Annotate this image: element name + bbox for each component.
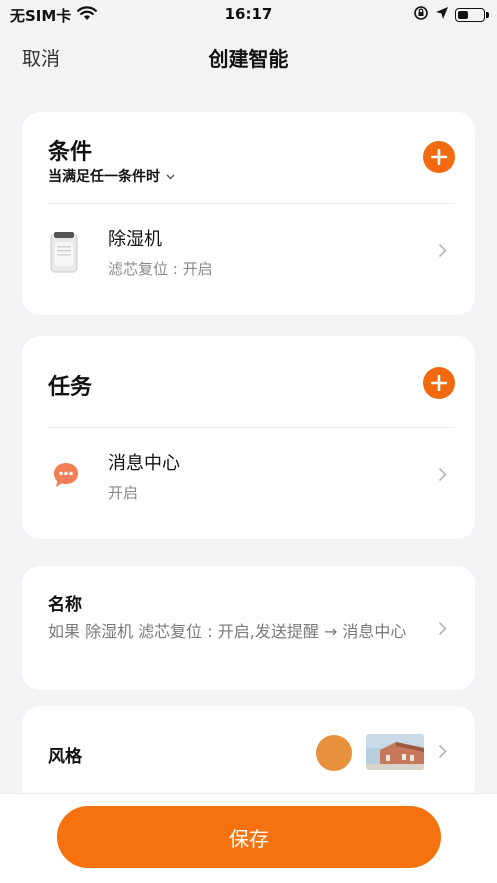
status-bar: 无SIM卡 16:17	[0, 0, 497, 28]
chevron-right-icon	[438, 621, 447, 640]
name-value: 如果 除湿机 滤芯复位 : 开启,发送提醒 → 消息中心	[48, 622, 407, 641]
style-card[interactable]: 风格	[22, 706, 475, 806]
style-background-thumbnail[interactable]	[366, 734, 424, 770]
task-state: 开启	[108, 484, 139, 502]
chevron-down-icon	[166, 168, 175, 184]
condition-device-name: 除湿机	[108, 229, 162, 250]
divider	[48, 203, 455, 204]
message-bubble-icon	[52, 461, 80, 493]
dehumidifier-icon	[48, 230, 80, 278]
tasks-card: 任务 消息中心 开启	[22, 336, 475, 539]
divider	[48, 427, 455, 428]
status-right	[413, 5, 489, 25]
tasks-title: 任务	[48, 375, 93, 400]
battery-icon	[455, 8, 489, 22]
battery-level	[458, 11, 469, 19]
name-card[interactable]: 名称 如果 除湿机 滤芯复位 : 开启,发送提醒 → 消息中心	[22, 566, 475, 690]
conditions-card: 条件 当满足任一条件时 除湿机 滤芯复位 : 开启	[22, 112, 475, 315]
conditions-title: 条件	[48, 140, 93, 165]
plus-icon	[431, 149, 447, 165]
chevron-right-icon	[438, 467, 447, 486]
save-button[interactable]: 保存	[57, 806, 441, 868]
add-task-button[interactable]	[423, 367, 455, 399]
style-color-swatch[interactable]	[316, 735, 352, 771]
bottom-bar: 保存	[0, 793, 497, 883]
name-label: 名称	[48, 595, 82, 615]
page-title: 创建智能	[208, 47, 289, 71]
condition-device-state: 滤芯复位 : 开启	[108, 260, 213, 278]
chevron-right-icon	[438, 744, 447, 763]
orientation-lock-icon	[413, 5, 429, 25]
nav-bar: 取消 创建智能	[0, 38, 497, 74]
condition-mode-label: 当满足任一条件时	[48, 169, 160, 185]
condition-mode-selector[interactable]: 当满足任一条件时	[48, 166, 175, 186]
location-icon	[435, 6, 449, 24]
chevron-right-icon	[438, 243, 447, 262]
plus-icon	[431, 375, 447, 391]
task-name: 消息中心	[108, 453, 180, 474]
style-label: 风格	[48, 747, 82, 767]
add-condition-button[interactable]	[423, 141, 455, 173]
